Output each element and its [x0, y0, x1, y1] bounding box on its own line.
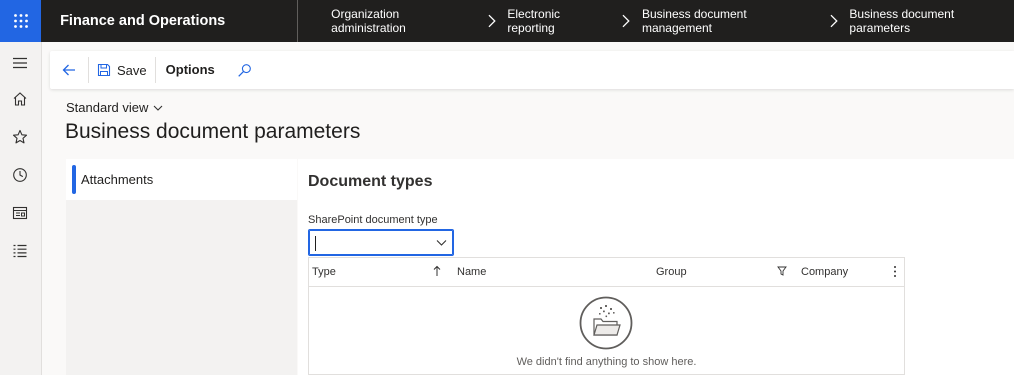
chevron-right-icon — [622, 14, 630, 28]
save-icon — [97, 63, 111, 77]
breadcrumb: Organization administration Electronic r… — [298, 7, 1014, 35]
back-button[interactable] — [50, 51, 88, 89]
recent-clock-icon — [13, 168, 27, 182]
left-navigation — [0, 42, 42, 375]
chevron-right-icon — [830, 14, 838, 28]
save-button[interactable]: Save — [89, 51, 155, 89]
column-header-group[interactable]: Group — [656, 266, 687, 278]
favorites-button[interactable] — [9, 126, 31, 148]
active-tab-indicator — [72, 165, 76, 194]
document-types-grid: Type Name Group Company We didn't find a… — [308, 257, 905, 375]
workspaces-button[interactable] — [9, 202, 31, 224]
modules-button[interactable] — [9, 240, 31, 262]
view-selector[interactable]: Standard view — [66, 100, 163, 115]
modules-list-icon — [13, 244, 27, 258]
action-pane: Save Options — [50, 51, 1014, 89]
waffle-icon — [13, 14, 28, 28]
chevron-down-icon — [436, 240, 447, 246]
hamburger-menu-button[interactable] — [9, 52, 31, 74]
column-header-company[interactable]: Company — [801, 266, 848, 278]
breadcrumb-item-business-document-management[interactable]: Business document management — [642, 7, 816, 35]
back-arrow-icon — [62, 64, 75, 76]
tab-label: Attachments — [81, 172, 154, 187]
more-options-icon[interactable] — [893, 265, 897, 278]
view-label: Standard view — [66, 100, 149, 115]
search-icon — [238, 63, 252, 77]
sharepoint-document-type-dropdown[interactable] — [308, 229, 454, 256]
app-launcher-button[interactable] — [0, 0, 42, 42]
chevron-right-icon — [488, 14, 496, 28]
home-icon — [13, 92, 27, 106]
column-header-type[interactable]: Type — [312, 266, 336, 278]
tab-content: Document types SharePoint document type … — [298, 159, 1014, 375]
column-header-name[interactable]: Name — [457, 266, 486, 278]
sort-ascending-icon[interactable] — [433, 265, 441, 277]
options-tab[interactable]: Options — [156, 51, 231, 89]
empty-folder-icon — [579, 296, 633, 350]
grid-header: Type Name Group Company — [309, 258, 904, 287]
empty-state-message: We didn't find anything to show here. — [516, 356, 697, 368]
app-title[interactable]: Finance and Operations Preview — [41, 0, 299, 71]
favorites-star-icon — [12, 129, 28, 144]
tab-attachments[interactable]: Attachments — [66, 159, 297, 200]
filter-icon[interactable] — [777, 266, 787, 276]
section-title: Document types — [308, 173, 433, 190]
text-caret — [315, 236, 316, 251]
search-button[interactable] — [231, 51, 259, 89]
save-label: Save — [117, 62, 147, 78]
breadcrumb-item-organization-administration[interactable]: Organization administration — [331, 7, 473, 35]
breadcrumb-item-business-document-parameters[interactable]: Business document parameters — [849, 7, 1014, 35]
top-bar: Finance and Operations Preview Organizat… — [0, 0, 1014, 71]
hamburger-menu-icon — [13, 57, 27, 69]
chevron-down-icon — [154, 105, 163, 111]
recent-button[interactable] — [9, 164, 31, 186]
vertical-tabs: Attachments — [66, 159, 297, 375]
workspaces-icon — [12, 206, 28, 220]
home-button[interactable] — [9, 88, 31, 110]
sharepoint-document-type-label: SharePoint document type — [308, 214, 438, 226]
breadcrumb-item-electronic-reporting[interactable]: Electronic reporting — [507, 7, 608, 35]
page-title: Business document parameters — [65, 120, 361, 143]
